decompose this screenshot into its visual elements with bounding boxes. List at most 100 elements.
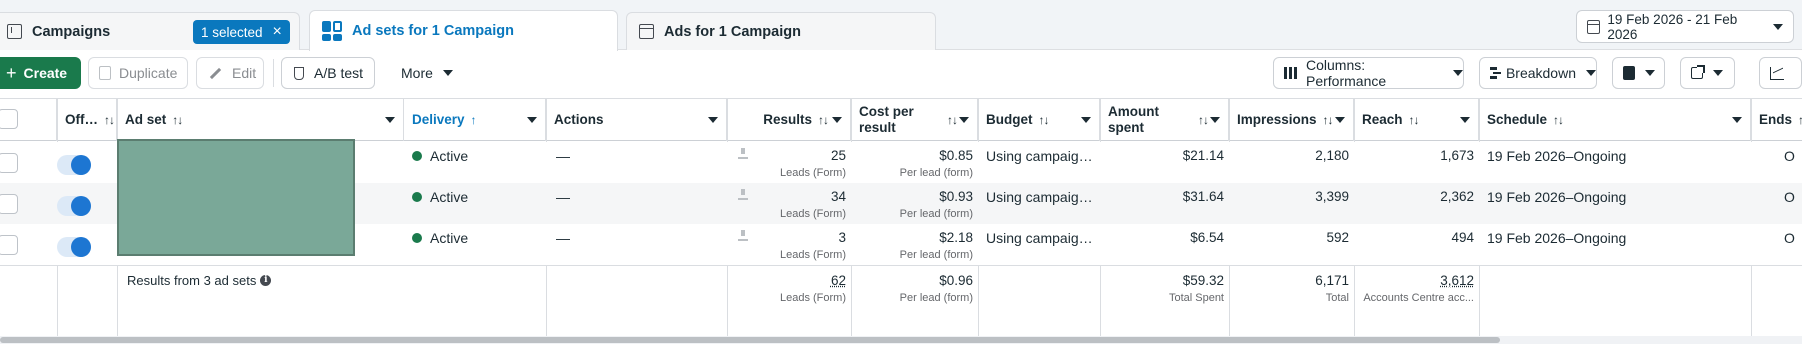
chevron-down-icon [1586, 70, 1596, 76]
sort-icon[interactable]: ↑↓ [1323, 113, 1333, 127]
sort-icon[interactable]: ↑↓ [1198, 113, 1208, 127]
totals-results: 62 Leads (Form) [740, 273, 846, 304]
info-icon[interactable]: i [260, 275, 271, 286]
date-range-picker[interactable]: 19 Feb 2026 - 21 Feb 2026 [1576, 10, 1794, 43]
more-label: More [401, 65, 433, 81]
totals-results-subtitle: Leads (Form) [740, 292, 846, 304]
selected-count-pill[interactable]: 1 selected × [193, 20, 290, 44]
chevron-down-icon[interactable] [1460, 117, 1470, 123]
sort-ascending-icon[interactable]: ↑ [471, 113, 476, 127]
actions-cell: — [556, 189, 570, 205]
sort-icon[interactable]: ↑↓ [947, 113, 957, 127]
reach-value: 1,673 [1365, 148, 1474, 163]
delivery-text: Active [430, 189, 468, 205]
totals-cost: $0.96 Per lead (form) [860, 273, 973, 304]
chevron-down-icon[interactable] [1081, 117, 1091, 123]
column-header-ends[interactable]: Ends ↑↓ [1751, 99, 1802, 141]
column-header-ad-set[interactable]: Ad set ↑↓ [117, 99, 404, 141]
cost-cell: $0.93 Per lead (form) [860, 189, 973, 220]
status-dot-icon [412, 233, 422, 243]
sort-icon[interactable]: ↑↓ [1553, 113, 1563, 127]
row-checkbox[interactable] [0, 153, 18, 173]
chevron-down-icon[interactable] [527, 117, 537, 123]
copy-icon [99, 66, 111, 80]
column-header-results[interactable]: Results ↑↓ [727, 99, 851, 141]
tab-ad-sets[interactable]: Ad sets for 1 Campaign [309, 10, 618, 51]
select-all-checkbox[interactable] [0, 109, 18, 129]
create-button[interactable]: + Create [0, 57, 81, 89]
ab-test-button[interactable]: A/B test [281, 57, 375, 89]
results-subtitle: Leads (Form) [740, 208, 846, 220]
reach-value: 494 [1365, 230, 1474, 245]
chevron-down-icon[interactable] [1210, 117, 1220, 123]
column-label: Results [763, 112, 812, 128]
totals-impressions-value: 6,171 [1240, 273, 1349, 288]
cost-value: $2.18 [860, 230, 973, 245]
results-subtitle: Leads (Form) [740, 249, 846, 261]
tab-ads-label: Ads for 1 Campaign [664, 24, 801, 40]
column-label: Budget [986, 112, 1033, 128]
chevron-down-icon[interactable] [832, 117, 842, 123]
totals-impressions: 6,171 Total [1240, 273, 1349, 304]
cost-subtitle: Per lead (form) [860, 249, 973, 261]
cost-value: $0.93 [860, 189, 973, 204]
chevron-down-icon[interactable] [708, 117, 718, 123]
column-label: Schedule [1487, 112, 1547, 128]
spent-cell: $31.64 [1110, 189, 1224, 204]
sort-icon[interactable]: ↑↓ [1409, 113, 1419, 127]
column-header-actions[interactable]: Actions [546, 99, 727, 141]
grid-icon [322, 21, 342, 41]
sort-icon[interactable]: ↑↓ [104, 113, 114, 127]
pencil-icon [210, 67, 221, 78]
export-button[interactable] [1680, 57, 1735, 89]
duplicate-button[interactable]: Duplicate [88, 57, 188, 89]
on-off-toggle[interactable] [57, 196, 91, 216]
more-button[interactable]: More [391, 57, 457, 89]
sort-icon[interactable]: ↑↓ [1039, 113, 1049, 127]
delivery-status: Active [412, 230, 468, 246]
tab-campaigns[interactable]: Campaigns 1 selected × [0, 12, 300, 50]
column-header-off-on[interactable]: Off… ↑↓ [57, 99, 117, 141]
sort-icon[interactable]: ↑↓ [818, 113, 828, 127]
row-checkbox[interactable] [0, 194, 18, 214]
chevron-down-icon[interactable] [1732, 117, 1742, 123]
scrollbar-thumb[interactable] [0, 337, 1500, 343]
on-off-toggle[interactable] [57, 237, 91, 257]
clear-selection-icon[interactable]: × [273, 24, 282, 40]
horizontal-scrollbar[interactable] [0, 336, 1802, 344]
date-range-label: 19 Feb 2026 - 21 Feb 2026 [1607, 12, 1763, 42]
totals-reach-value: 3,612 [1360, 273, 1474, 288]
breakdown-button[interactable]: Breakdown [1479, 57, 1597, 89]
flask-icon [294, 67, 304, 80]
cost-subtitle: Per lead (form) [860, 208, 973, 220]
columns-button[interactable]: Columns: Performance [1273, 57, 1464, 89]
spent-value: $31.64 [1110, 189, 1224, 204]
chevron-down-icon [1773, 24, 1783, 30]
edit-button[interactable]: Edit [196, 57, 264, 89]
schedule-cell: 19 Feb 2026–Ongoing [1487, 148, 1626, 164]
chevron-down-icon[interactable] [959, 117, 969, 123]
reports-button[interactable] [1612, 57, 1665, 89]
sort-icon[interactable]: ↑↓ [1798, 113, 1802, 127]
sort-icon[interactable]: ↑↓ [172, 113, 182, 127]
row-checkbox[interactable] [0, 235, 18, 255]
tab-campaigns-label: Campaigns [32, 24, 110, 40]
column-header-amount-spent[interactable]: Amount spent ↑↓ [1100, 99, 1229, 141]
column-header-reach[interactable]: Reach ↑↓ [1354, 99, 1479, 141]
ad-set-thumbnail[interactable] [117, 139, 355, 256]
column-header-delivery[interactable]: Delivery ↑ [404, 99, 546, 141]
column-header-impressions[interactable]: Impressions ↑↓ [1229, 99, 1354, 141]
calendar-icon [1587, 20, 1600, 34]
chevron-down-icon[interactable] [1335, 117, 1345, 123]
column-header-schedule[interactable]: Schedule ↑↓ [1479, 99, 1751, 141]
flag-icon [7, 24, 22, 39]
on-off-toggle[interactable] [57, 155, 91, 175]
column-label: Amount spent [1108, 104, 1178, 136]
results-cell: 3 Leads (Form) [740, 230, 846, 261]
tab-ads[interactable]: Ads for 1 Campaign [626, 12, 936, 50]
charts-button[interactable] [1759, 57, 1802, 89]
totals-cost-subtitle: Per lead (form) [860, 292, 973, 304]
column-header-cost-per-result[interactable]: Cost per result ↑↓ [851, 99, 978, 141]
column-header-budget[interactable]: Budget ↑↓ [978, 99, 1100, 141]
chevron-down-icon[interactable] [385, 117, 395, 123]
